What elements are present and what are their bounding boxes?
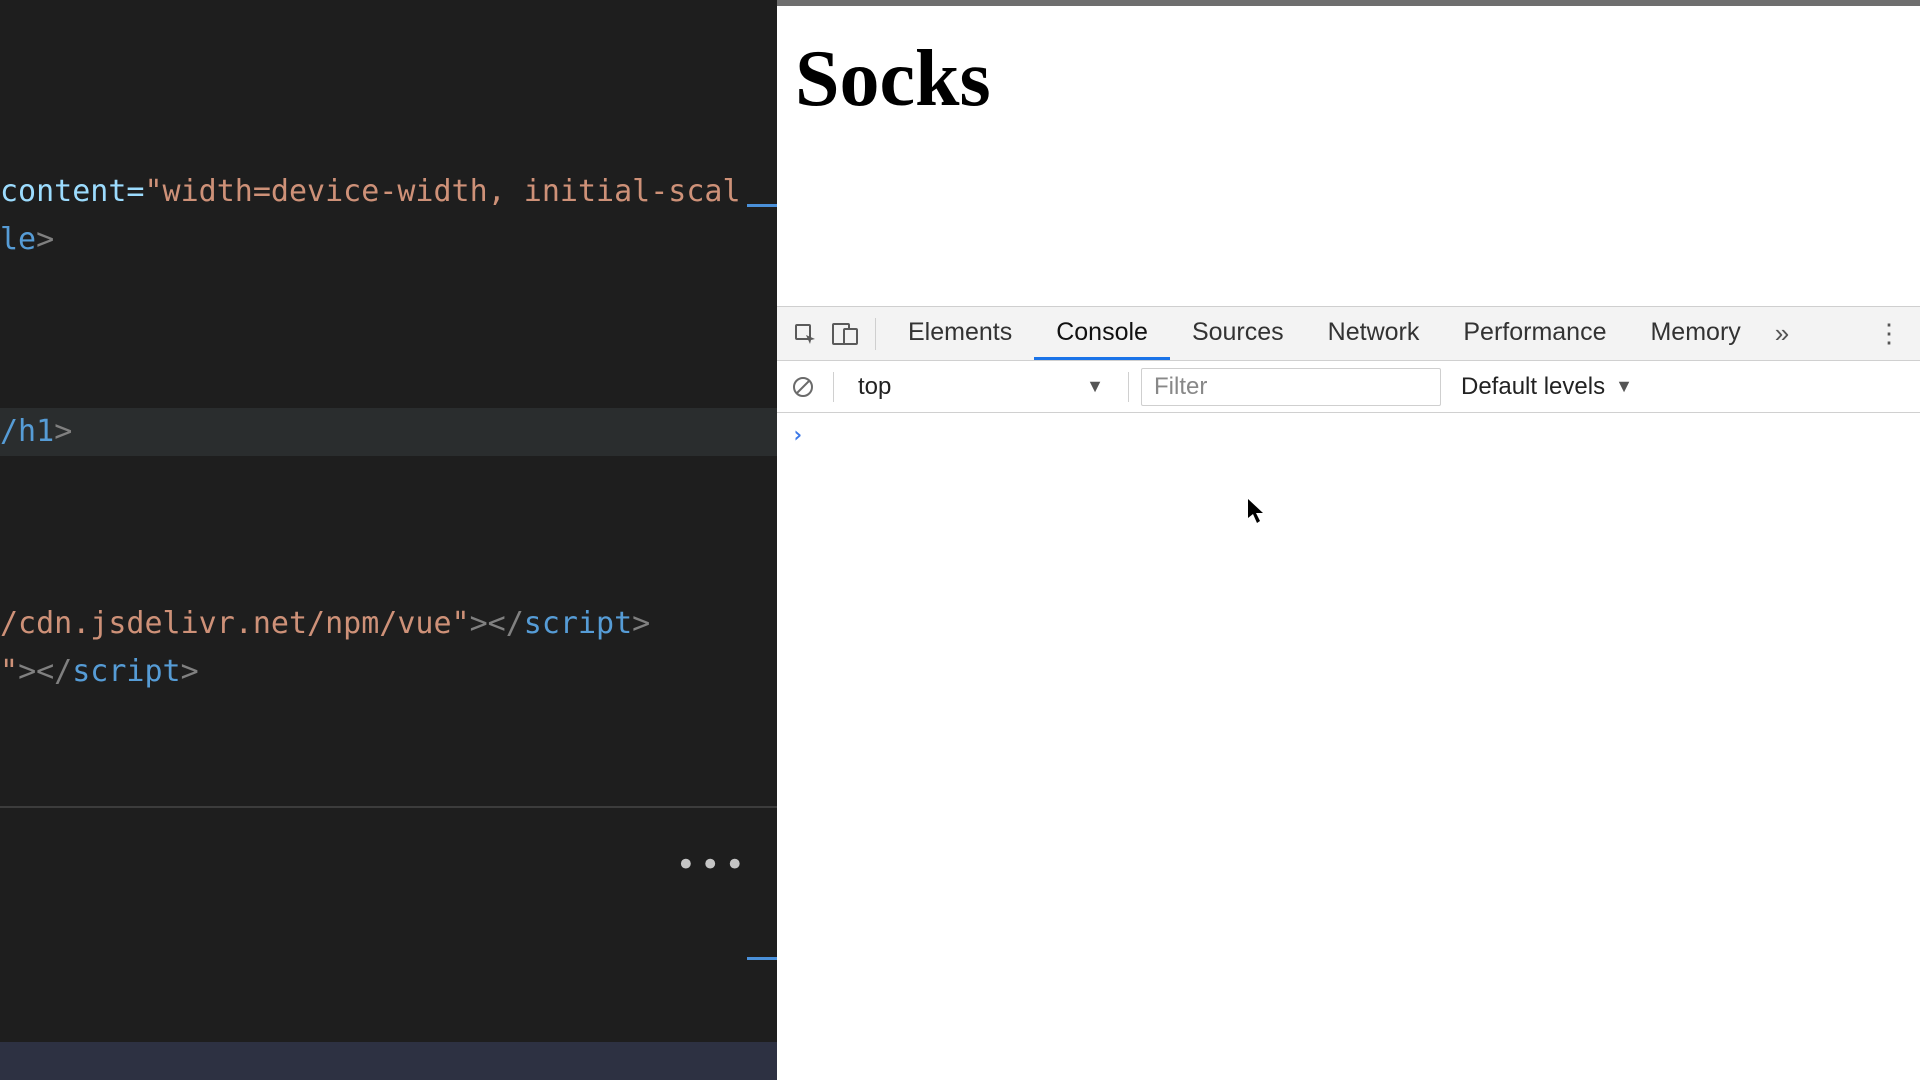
tab-network[interactable]: Network	[1306, 307, 1442, 360]
console-output[interactable]: ›	[777, 413, 1920, 1080]
more-icon[interactable]: •••	[676, 838, 749, 892]
chevron-down-icon: ▼	[1086, 376, 1104, 397]
code-line-highlight: /h1>	[0, 408, 777, 456]
execution-context-label: top	[858, 373, 891, 401]
separator	[875, 318, 876, 350]
rendered-page: Socks	[777, 6, 1920, 306]
tab-memory[interactable]: Memory	[1628, 307, 1762, 360]
log-levels-select[interactable]: Default levels ▼	[1447, 373, 1647, 401]
device-toolbar-icon[interactable]	[825, 314, 865, 354]
tabs-overflow-icon[interactable]: »	[1763, 318, 1801, 349]
console-toolbar: top ▼ Default levels ▼	[777, 361, 1920, 413]
inspect-element-icon[interactable]	[785, 314, 825, 354]
minimap-marker	[747, 204, 777, 207]
tab-console[interactable]: Console	[1034, 307, 1170, 360]
tab-performance[interactable]: Performance	[1441, 307, 1628, 360]
tab-elements[interactable]: Elements	[886, 307, 1034, 360]
tab-sources[interactable]: Sources	[1170, 307, 1306, 360]
code-area[interactable]: content="width=device-width, initial-sca…	[0, 0, 777, 744]
execution-context-select[interactable]: top ▼	[846, 368, 1116, 406]
browser-pane: Socks Elements Console Sources Network P…	[777, 0, 1920, 1080]
separator	[1128, 372, 1129, 402]
panel-divider[interactable]	[0, 806, 777, 808]
minimap-marker	[747, 957, 777, 960]
devtools-panel: Elements Console Sources Network Perform…	[777, 306, 1920, 1080]
code-line: content="width=device-width, initial-sca…	[0, 174, 741, 209]
clear-console-icon[interactable]	[785, 369, 821, 405]
page-heading: Socks	[795, 34, 1902, 125]
mouse-cursor-icon	[1247, 498, 1265, 524]
separator	[833, 372, 834, 402]
console-filter-input[interactable]	[1141, 368, 1441, 406]
devtools-menu-icon[interactable]: ⋮	[1866, 318, 1912, 349]
console-prompt-icon: ›	[791, 423, 804, 448]
chevron-down-icon: ▼	[1615, 376, 1633, 397]
editor-status-bar	[0, 1042, 777, 1080]
code-line: /cdn.jsdelivr.net/npm/vue"></script>	[0, 606, 650, 641]
code-editor-pane[interactable]: content="width=device-width, initial-sca…	[0, 0, 777, 1080]
devtools-tabstrip: Elements Console Sources Network Perform…	[777, 307, 1920, 361]
code-line: le>	[0, 222, 54, 257]
log-levels-label: Default levels	[1461, 373, 1605, 401]
code-line: "></script>	[0, 654, 199, 689]
